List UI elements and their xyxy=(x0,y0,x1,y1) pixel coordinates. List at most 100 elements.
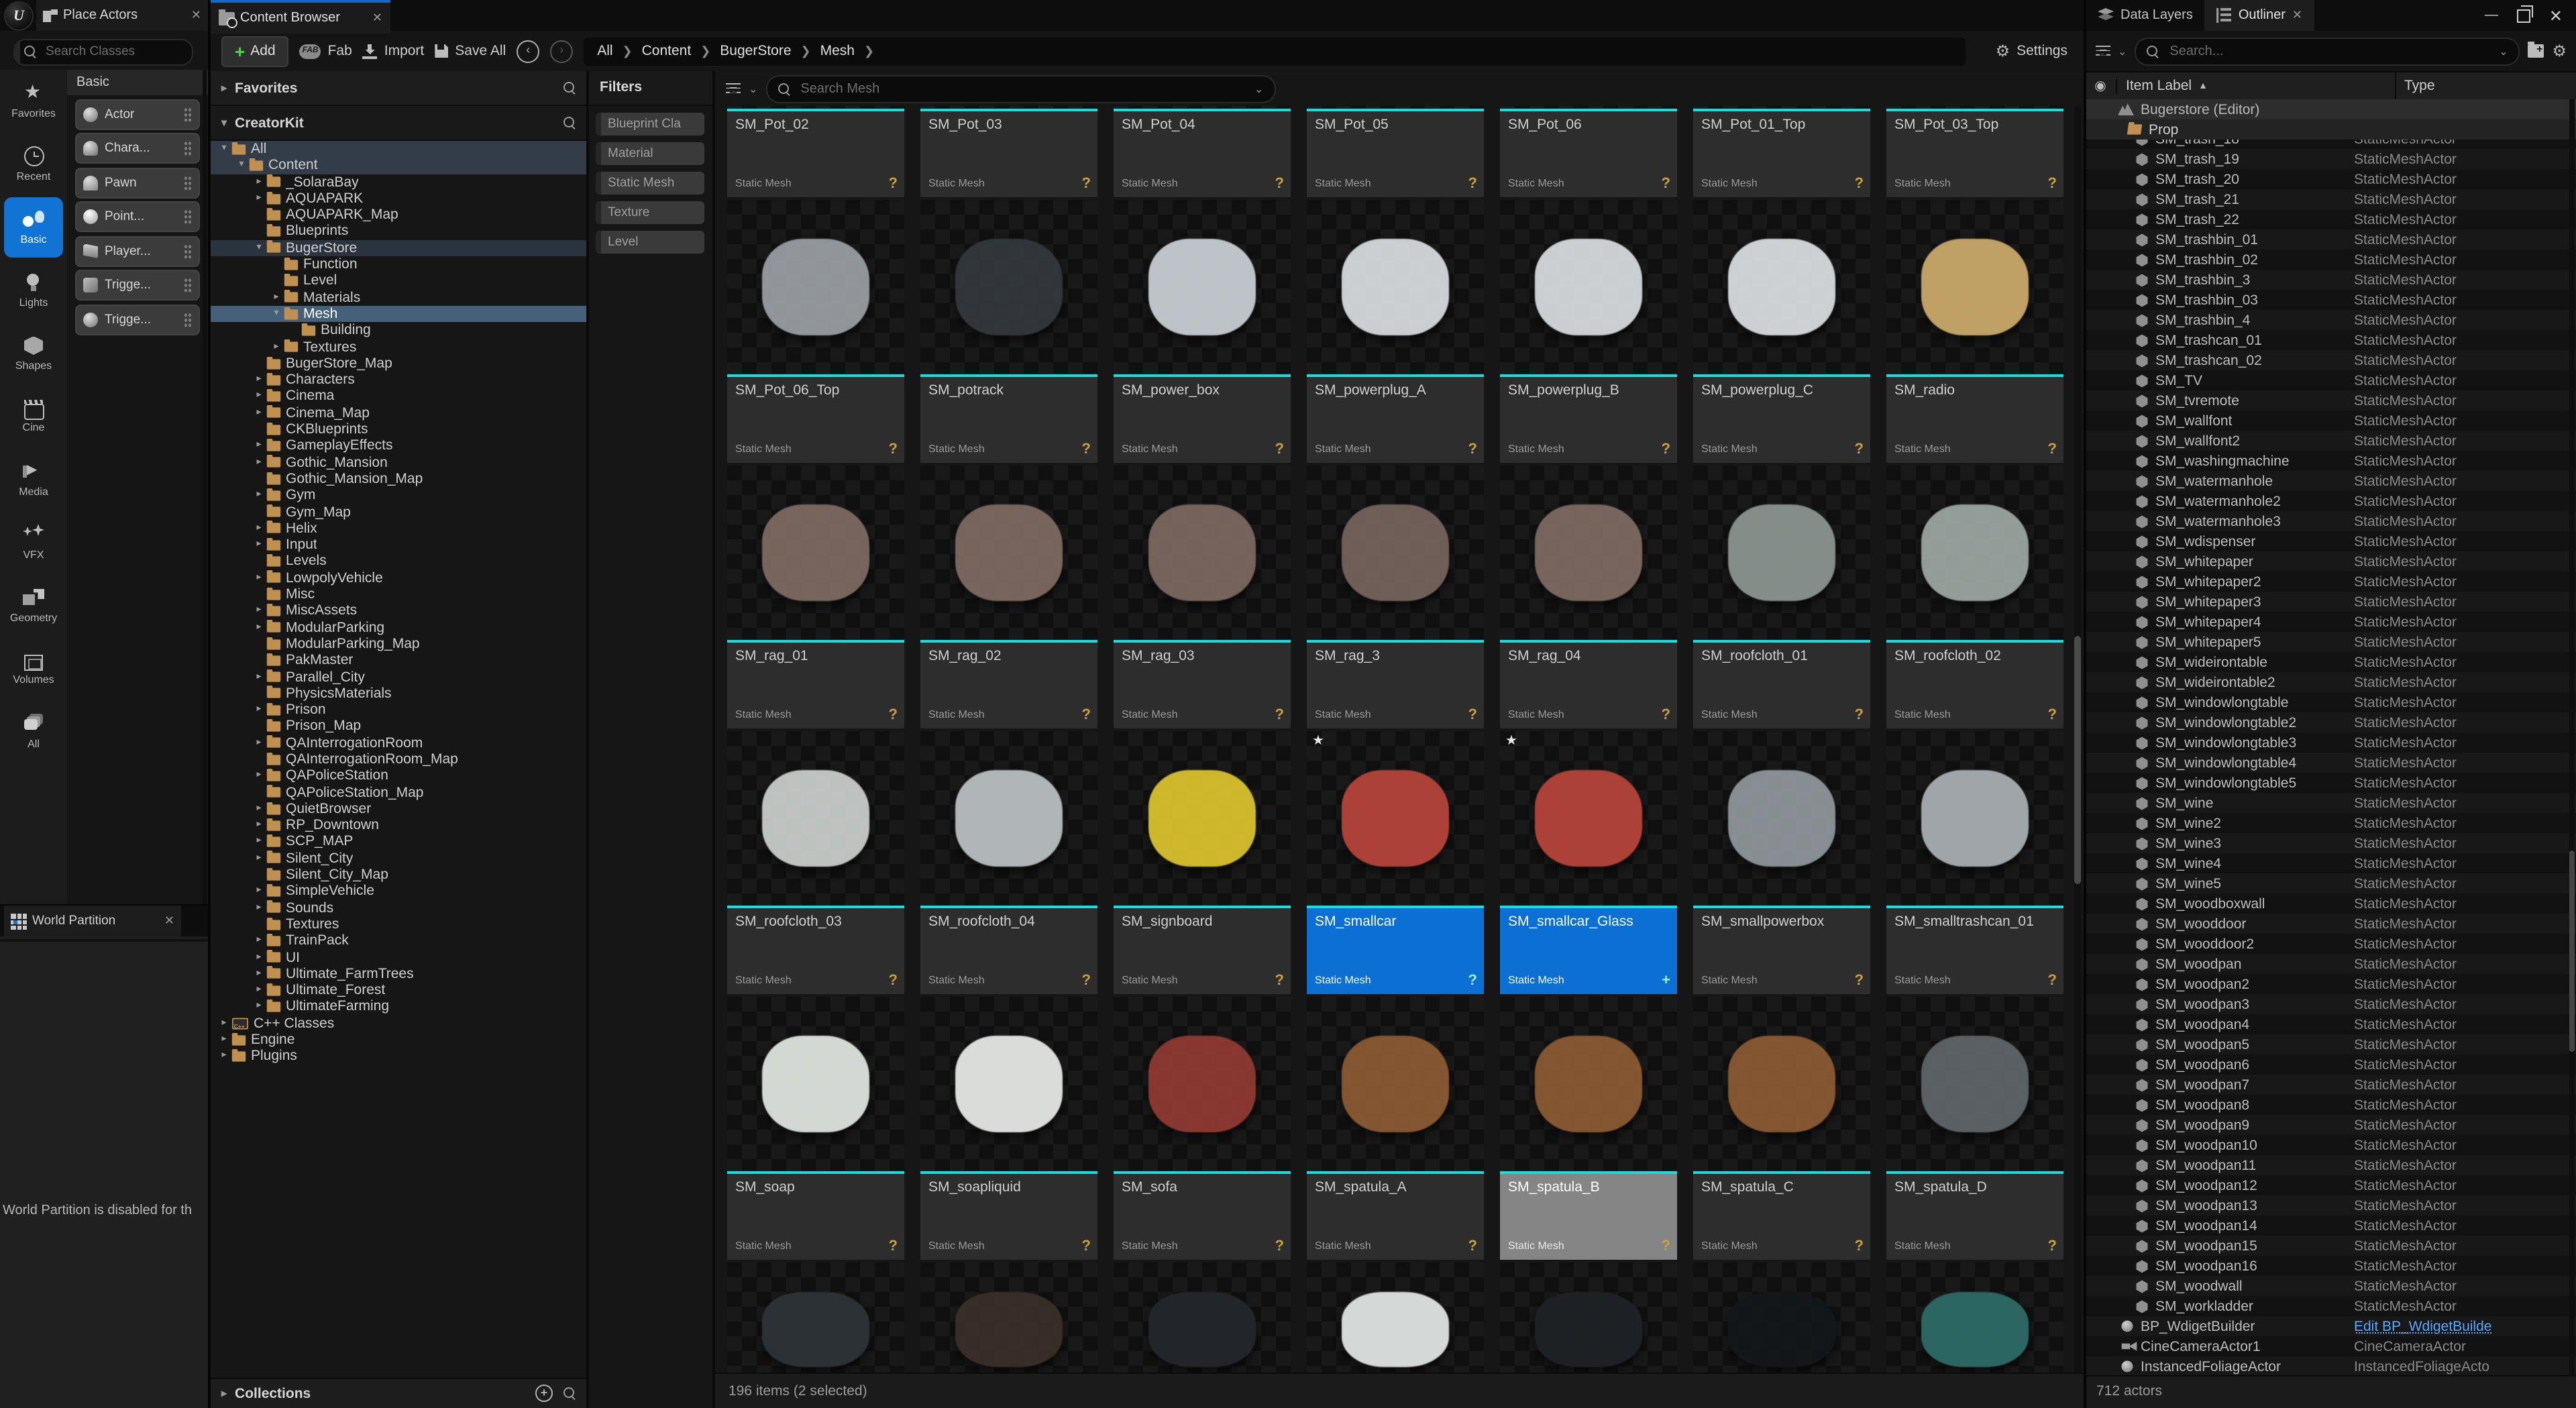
outliner-row[interactable]: SM_trash_18 StaticMeshActor xyxy=(2086,140,2576,149)
folder-tree-item[interactable]: QuietBrowser xyxy=(211,801,586,818)
expander-arrow[interactable] xyxy=(252,240,266,257)
expander-arrow[interactable] xyxy=(252,603,266,620)
expander-arrow[interactable] xyxy=(270,339,283,356)
outliner-row[interactable]: InstancedFoliageActor InstancedFoliageAc… xyxy=(2086,1356,2576,1376)
expander-arrow[interactable] xyxy=(252,933,266,950)
asset-tile[interactable]: ★ SM_roofcloth_01 Static Mesh ? xyxy=(1693,466,1870,723)
folder-tree-item[interactable]: Parallel_City xyxy=(211,669,586,686)
folder-tree-item[interactable]: Gothic_Mansion_Map xyxy=(211,471,586,488)
asset-tile[interactable]: ★ SM_rag_04 Static Mesh ? xyxy=(1500,466,1677,723)
outliner-row[interactable]: SM_trashbin_02 StaticMeshActor xyxy=(2086,250,2576,270)
folder-tree-item[interactable]: GameplayEffects xyxy=(211,438,586,455)
outliner-row[interactable]: SM_windowlongtable3 StaticMeshActor xyxy=(2086,733,2576,753)
asset-tile[interactable]: ★ SM_Pot_06_Top Static Mesh ? xyxy=(727,200,904,457)
folder-tree-item[interactable]: MiscAssets xyxy=(211,603,586,620)
category-item[interactable]: Shapes xyxy=(0,322,67,385)
asset-tile[interactable]: ★ SM_powerplug_C Static Mesh ? xyxy=(1693,200,1870,457)
outliner-row[interactable]: SM_woodpan15 StaticMeshActor xyxy=(2086,1236,2576,1256)
asset-tile[interactable]: ★ SM_smallpowerbox Static Mesh ? xyxy=(1693,731,1870,989)
asset-tile[interactable]: ★ SM_soap Static Mesh ? xyxy=(727,997,904,1254)
folder-tree-item[interactable]: ModularParking_Map xyxy=(211,636,586,653)
placeable-actor-item[interactable]: Chara... xyxy=(75,133,200,164)
add-collection-icon[interactable]: + xyxy=(535,1385,553,1402)
folder-tree-item[interactable]: Textures xyxy=(211,916,586,933)
folder-tree-item[interactable]: UltimateFarming xyxy=(211,999,586,1016)
expander-arrow[interactable] xyxy=(217,1015,231,1032)
category-item[interactable]: Basic xyxy=(4,197,63,258)
expander-arrow[interactable] xyxy=(252,982,266,999)
asset-tile[interactable]: ★ SM_rag_02 Static Mesh ? xyxy=(920,466,1097,723)
outliner-row[interactable]: SM_whitepaper5 StaticMeshActor xyxy=(2086,632,2576,652)
folder-tree-item[interactable]: AQUAPARK_Map xyxy=(211,207,586,223)
add-button[interactable]: + Add xyxy=(221,36,289,66)
asset-tile[interactable]: ★ SM_roofcloth_03 Static Mesh ? xyxy=(727,731,904,989)
filter-funnel-icon[interactable] xyxy=(2095,45,2110,57)
outliner-row[interactable]: SM_woodpan16 StaticMeshActor xyxy=(2086,1256,2576,1276)
outliner-scrollbar[interactable] xyxy=(2569,99,2575,1376)
place-actors-scrollbar[interactable] xyxy=(203,70,207,904)
folder-tree-item[interactable]: Ultimate_FarmTrees xyxy=(211,966,586,983)
category-item[interactable]: Geometry xyxy=(0,574,67,637)
outliner-row[interactable]: SM_woodpan9 StaticMeshActor xyxy=(2086,1115,2576,1135)
folder-tree-item[interactable]: Sounds xyxy=(211,900,586,916)
search-classes-input[interactable] xyxy=(43,43,182,60)
expander-arrow[interactable] xyxy=(252,669,266,686)
folder-tree-item[interactable]: Level xyxy=(211,273,586,290)
grid-scrollbar[interactable] xyxy=(2074,106,2081,1373)
folder-tree-item[interactable]: C++ Classes xyxy=(211,1015,586,1032)
outliner-row[interactable]: SM_woodpan14 StaticMeshActor xyxy=(2086,1215,2576,1236)
settings-button[interactable]: ⚙ Settings xyxy=(1996,43,2073,59)
asset-tile[interactable] xyxy=(1500,1262,1677,1373)
drag-handle-icon[interactable] xyxy=(184,107,192,121)
filter-funnel-icon[interactable] xyxy=(726,83,741,95)
filter-pill[interactable]: Material xyxy=(596,142,704,165)
outliner-row[interactable]: SM_windowlongtable5 StaticMeshActor xyxy=(2086,773,2576,793)
asset-tile[interactable]: ★ SM_radio Static Mesh ? xyxy=(1886,200,2063,457)
unreal-logo-icon[interactable]: U xyxy=(4,1,34,31)
drag-handle-icon[interactable] xyxy=(184,141,192,156)
close-window-button[interactable]: ✕ xyxy=(2549,6,2563,25)
type-column-header[interactable]: Type xyxy=(2396,78,2576,94)
category-item[interactable]: Favorites xyxy=(0,70,67,133)
expander-arrow[interactable] xyxy=(252,438,266,455)
search-assets-box[interactable]: ⌄ xyxy=(765,74,1275,103)
placeable-actor-item[interactable]: Actor xyxy=(75,99,200,129)
filter-pill[interactable]: Static Mesh xyxy=(596,172,704,195)
expander-arrow[interactable] xyxy=(252,735,266,751)
folder-tree-item[interactable]: LowpolyVehicle xyxy=(211,570,586,586)
search-icon[interactable] xyxy=(564,82,576,94)
asset-tile[interactable]: ★ SM_powerplug_A Static Mesh ? xyxy=(1307,200,1484,457)
content-browser-tab[interactable]: Content Browser ✕ xyxy=(211,0,390,34)
asset-tile[interactable]: ★ SM_roofcloth_04 Static Mesh ? xyxy=(920,731,1097,989)
folder-tree-item[interactable]: Gothic_Mansion xyxy=(211,454,586,471)
asset-tile[interactable]: ★ SM_Pot_01_Top Static Mesh ? xyxy=(1693,106,1870,192)
expander-arrow[interactable] xyxy=(252,834,266,851)
expander-arrow[interactable] xyxy=(235,158,248,174)
asset-tile[interactable] xyxy=(727,1262,904,1373)
outliner-row[interactable]: SM_wallfont2 StaticMeshActor xyxy=(2086,431,2576,451)
folder-tree-item[interactable]: QAPoliceStation xyxy=(211,768,586,785)
asset-tile[interactable]: ★ SM_Pot_03 Static Mesh ? xyxy=(920,106,1097,192)
expander-arrow[interactable] xyxy=(217,1048,231,1065)
drag-handle-icon[interactable] xyxy=(184,243,192,258)
outliner-row[interactable]: SM_woodpan7 StaticMeshActor xyxy=(2086,1075,2576,1095)
breadcrumb-item[interactable]: Mesh ❯ xyxy=(820,43,874,59)
expander-arrow[interactable] xyxy=(252,999,266,1016)
restore-button[interactable] xyxy=(2517,9,2530,22)
expander-arrow[interactable] xyxy=(252,487,266,504)
expander-arrow[interactable] xyxy=(252,949,266,966)
folder-tree-item[interactable]: RP_Downtown xyxy=(211,817,586,834)
folder-tree-item[interactable]: Input xyxy=(211,537,586,553)
asset-tile[interactable]: ★ SM_spatula_B Static Mesh ? xyxy=(1500,997,1677,1254)
outliner-folder-row[interactable]: Prop xyxy=(2086,119,2576,140)
folder-tree-item[interactable]: PhysicsMaterials xyxy=(211,686,586,702)
expander-arrow[interactable] xyxy=(252,537,266,553)
folder-tree-item[interactable]: Levels xyxy=(211,553,586,570)
folder-tree-item[interactable]: Silent_City xyxy=(211,851,586,867)
drag-handle-icon[interactable] xyxy=(184,175,192,190)
expander-arrow[interactable] xyxy=(252,883,266,900)
outliner-row[interactable]: SM_woodpan2 StaticMeshActor xyxy=(2086,974,2576,994)
outliner-row[interactable]: SM_whitepaper StaticMeshActor xyxy=(2086,551,2576,572)
folder-tree-item[interactable]: QAInterrogationRoom xyxy=(211,735,586,751)
outliner-scrollbar-thumb[interactable] xyxy=(2569,851,2575,1052)
